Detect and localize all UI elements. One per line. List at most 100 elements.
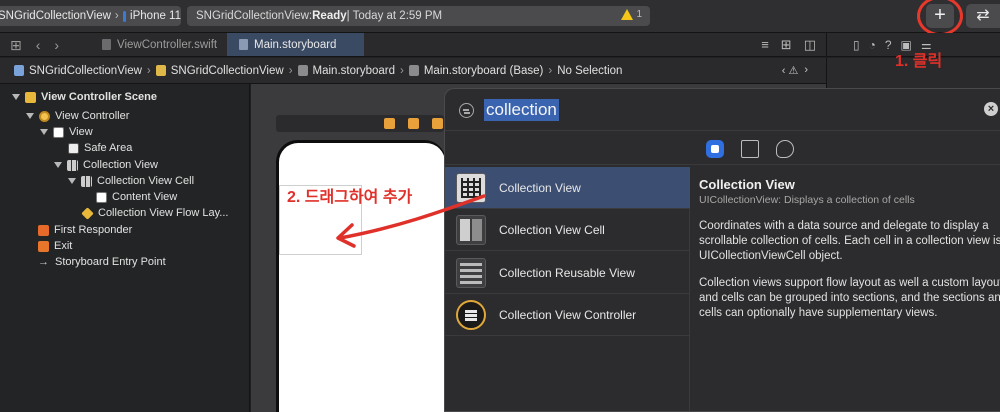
media-library-icon[interactable]	[741, 140, 759, 158]
tab-main-storyboard[interactable]: Main.storyboard	[227, 33, 364, 56]
tab-label: Main.storyboard	[254, 38, 337, 51]
filter-icon[interactable]	[459, 103, 474, 118]
next-issue-icon[interactable]: ›	[804, 64, 808, 77]
library-item[interactable]: Collection View Cell	[445, 209, 690, 251]
first-responder-icon[interactable]	[408, 118, 419, 129]
outline-label: First Responder	[54, 224, 133, 236]
editor-options: ≡ ⊞ ◫	[761, 37, 816, 53]
outline-row[interactable]: View	[40, 124, 93, 140]
disclosure-icon[interactable]	[26, 113, 34, 119]
library-item[interactable]: Collection View Controller	[445, 294, 690, 336]
warning-indicator[interactable]: 1	[621, 9, 642, 20]
library-mode-selector	[445, 133, 1000, 165]
collection-view-icon	[67, 159, 78, 171]
library-item-label: Collection View Cell	[499, 222, 605, 237]
collection-view-controller-icon	[456, 300, 486, 330]
issue-navigation: ‹ ⚠ ›	[782, 64, 808, 77]
exit-icon	[38, 240, 49, 252]
code-review-button[interactable]: ⇄	[966, 4, 1000, 28]
arrow-right-icon: →	[38, 255, 49, 268]
outline-row[interactable]: Content View	[96, 189, 177, 205]
chevron-right-icon: ›	[146, 64, 151, 77]
disclosure-icon[interactable]	[54, 162, 62, 168]
breadcrumb-storyboard-base[interactable]: Main.storyboard (Base)	[424, 65, 544, 77]
collection-cell-icon	[81, 175, 92, 187]
detail-description: Coordinates with a data source and deleg…	[699, 220, 1000, 262]
disclosure-icon[interactable]	[40, 129, 48, 135]
forward-icon[interactable]: ›	[54, 37, 59, 54]
tab-label: ViewController.swift	[117, 38, 218, 51]
outline-row[interactable]: View Controller	[26, 108, 129, 124]
click-annotation: 1. 클릭	[895, 53, 943, 70]
activity-project: SNGridCollectionView:	[196, 10, 313, 22]
toolbar: SNGridCollectionView › iPhone 11 SNGridC…	[0, 0, 1000, 36]
library-item-label: Collection View	[499, 180, 581, 195]
outline-row[interactable]: → Storyboard Entry Point	[38, 254, 166, 270]
view-controller-icon[interactable]	[384, 118, 395, 129]
library-item[interactable]: Collection Reusable View	[445, 252, 690, 294]
scheme-selector[interactable]: SNGridCollectionView › iPhone 11	[0, 6, 181, 26]
library-item-label: Collection View Controller	[499, 307, 637, 322]
outline-label: Collection View	[83, 159, 159, 171]
disclosure-icon[interactable]	[68, 178, 76, 184]
chevron-right-icon: ›	[288, 64, 293, 77]
outline-row[interactable]: View Controller Scene	[12, 89, 157, 105]
chevron-right-icon: ›	[400, 64, 404, 77]
view-icon	[53, 126, 64, 138]
split-editor-icon[interactable]: ◫	[804, 37, 816, 53]
collection-view-cell-icon	[456, 215, 486, 245]
breadcrumb-folder[interactable]: SNGridCollectionView	[171, 65, 284, 77]
disclosure-icon[interactable]	[12, 94, 20, 100]
clear-icon[interactable]: ×	[984, 102, 998, 116]
outline-label: Content View	[112, 191, 178, 203]
outline-row[interactable]: Collection View Cell	[68, 173, 194, 189]
library-item[interactable]: Collection View	[445, 167, 690, 209]
help-icon[interactable]: ?	[885, 38, 892, 52]
outline-label: View Controller Scene	[41, 91, 157, 103]
project-icon	[14, 65, 24, 76]
outline-row[interactable]: First Responder	[38, 222, 132, 238]
editor-options-icon[interactable]: ≡	[761, 37, 769, 53]
tab-viewcontroller[interactable]: ViewController.swift	[90, 33, 227, 56]
swift-file-icon	[102, 39, 111, 50]
storyboard-icon	[297, 65, 308, 76]
outline-row[interactable]: Collection View Flow Lay...	[81, 205, 228, 221]
warning-icon[interactable]: ‹ ⚠	[782, 64, 799, 77]
breadcrumb-storyboard[interactable]: Main.storyboard	[313, 65, 395, 77]
history-icon[interactable]: ◔	[869, 38, 876, 52]
outline-row[interactable]: Exit	[38, 238, 72, 254]
chevron-right-icon: ›	[114, 10, 119, 22]
view-icon	[96, 191, 107, 203]
library-search-input[interactable]: collection	[484, 99, 559, 121]
outline-label: View Controller	[55, 110, 130, 122]
flow-layout-icon	[81, 206, 94, 220]
breadcrumb-project[interactable]: SNGridCollectionView	[29, 65, 142, 77]
outline-row[interactable]: Collection View	[54, 157, 158, 173]
detail-subtitle: UICollectionView: Displays a collection …	[699, 194, 915, 206]
exit-icon[interactable]	[432, 118, 443, 129]
library-item-list: Collection View Collection View Cell Col…	[445, 167, 690, 411]
color-library-icon[interactable]	[776, 140, 794, 158]
outline-label: View	[69, 126, 93, 138]
scene-icon	[25, 91, 36, 103]
view-controller-icon	[39, 110, 50, 122]
safe-area-icon	[68, 142, 79, 154]
chevron-right-icon: ›	[548, 64, 553, 77]
back-icon[interactable]: ‹	[36, 37, 41, 54]
add-editor-icon[interactable]: ⊞	[781, 37, 792, 53]
outline-label: Collection View Cell	[97, 175, 195, 187]
outline-label: Safe Area	[84, 142, 133, 154]
outline-label: Exit	[54, 240, 73, 252]
activity-viewer: SNGridCollectionView: Ready | Today at 2…	[187, 6, 650, 26]
device-icon	[122, 10, 127, 22]
first-responder-icon	[38, 224, 49, 236]
outline-row[interactable]: Safe Area	[68, 140, 132, 156]
file-inspector-icon[interactable]: ▯	[853, 38, 860, 52]
objects-library-icon[interactable]	[706, 140, 724, 158]
library-search-bar: collection ×	[445, 89, 1000, 131]
storyboard-icon	[408, 65, 419, 76]
storyboard-file-icon	[239, 39, 248, 50]
scheme-name: SNGridCollectionView	[0, 10, 111, 22]
breadcrumb-selection[interactable]: No Selection	[557, 65, 622, 77]
grid-icon[interactable]: ⊞	[10, 37, 22, 54]
